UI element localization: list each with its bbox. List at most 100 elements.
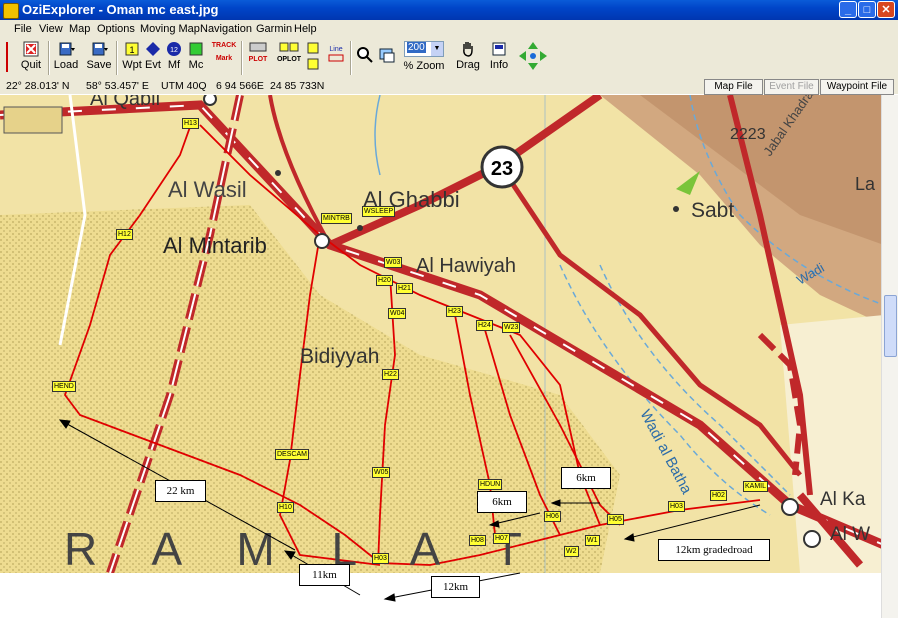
annotation-6km-a: 6km	[477, 491, 527, 513]
label-sabt: Sabt	[691, 199, 734, 222]
save-icon	[92, 42, 108, 56]
track-mark-group: TRACK Mark	[210, 40, 238, 62]
map-window-button[interactable]	[377, 40, 397, 64]
mark-button[interactable]: Mark	[210, 55, 238, 62]
route-edit-icon	[279, 42, 299, 52]
line-button[interactable]: Line	[327, 40, 345, 65]
waypoint-flag[interactable]: W1	[585, 535, 600, 546]
waypoint-flag[interactable]: HDUN	[478, 479, 503, 490]
map-comment-icon	[189, 42, 203, 56]
load-icon	[59, 42, 75, 56]
village-sabt	[673, 206, 679, 212]
waypoint-flag[interactable]: W23	[502, 322, 521, 333]
waypoint-flag[interactable]: H03	[372, 553, 389, 564]
village-ghabbi	[357, 225, 363, 231]
zoom-value: 200	[407, 42, 426, 53]
waypoint-flag[interactable]: H20	[376, 275, 393, 286]
find-button[interactable]	[355, 40, 375, 64]
label-al-mintarib: Al Mintarib	[163, 233, 267, 258]
window-title: OziExplorer - Oman mc east.jpg	[22, 2, 219, 17]
map-file-button[interactable]: Map File	[704, 79, 763, 95]
drag-button[interactable]: Drag	[454, 40, 482, 71]
chevron-down-icon[interactable]: ▼	[431, 42, 443, 56]
hand-icon	[463, 42, 473, 57]
waypoint-flag[interactable]: WSLEEP	[362, 206, 396, 217]
map-feature-icon: 12	[167, 42, 181, 56]
evt-label: Evt	[145, 59, 161, 71]
waypoint-flag[interactable]: H03	[668, 501, 685, 512]
waypoint-flag[interactable]: W05	[372, 467, 391, 478]
wpt-button[interactable]: 1 Wpt	[121, 40, 143, 71]
track-button[interactable]: TRACK	[210, 42, 238, 49]
scrollbar-thumb[interactable]	[884, 295, 897, 357]
waypoint-flag[interactable]: MINTRB	[321, 213, 352, 224]
label-al-hawiyah: Al Hawiyah	[416, 255, 516, 277]
waypoint-flag[interactable]: H07	[493, 533, 510, 544]
waypoint-flag[interactable]: H02	[710, 490, 727, 501]
evt-button[interactable]: Evt	[143, 40, 163, 71]
map-window-icon	[379, 48, 395, 63]
waypoint-flag[interactable]: H21	[396, 283, 413, 294]
waypoint-flag[interactable]: H10	[277, 502, 294, 513]
route-tools-button[interactable]	[304, 40, 326, 77]
menu-navigation[interactable]: Navigation	[200, 23, 252, 35]
waypoint-flag[interactable]: H08	[469, 535, 486, 546]
drag-label: Drag	[456, 59, 480, 71]
app-icon	[3, 3, 19, 19]
menu-file[interactable]: File	[14, 23, 32, 35]
annotation-12km: 12km	[431, 576, 480, 598]
menu-moving-map[interactable]: Moving Map	[140, 23, 200, 35]
toolbar-grip	[4, 40, 10, 77]
event-file-button[interactable]: Event File	[764, 79, 819, 95]
menu-options[interactable]: Options	[97, 23, 135, 35]
latitude: 22° 28.013' N	[6, 80, 70, 92]
menu-map[interactable]: Map	[69, 23, 90, 35]
close-button[interactable]: ✕	[877, 1, 895, 18]
waypoint-flag[interactable]: W2	[564, 546, 579, 557]
waypoint-flag[interactable]: H23	[446, 306, 463, 317]
waypoint-flag[interactable]: H12	[116, 229, 133, 240]
plot-button[interactable]: PLOT	[245, 56, 271, 63]
title-bar: OziExplorer - Oman mc east.jpg _ □ ✕	[0, 0, 898, 20]
waypoint-flag[interactable]: H06	[544, 511, 561, 522]
waypoint-flag[interactable]: W04	[388, 308, 407, 319]
annotation-11km: 11km	[299, 564, 350, 586]
quit-button[interactable]: Quit	[16, 40, 46, 71]
mc-button[interactable]: Mc	[186, 40, 206, 71]
waypoint-flag[interactable]: H05	[607, 514, 624, 525]
zoom-select[interactable]: 200 ▼	[404, 41, 444, 57]
annotation-22km: 22 km	[155, 480, 206, 502]
waypoint-flag[interactable]: KAMIL	[743, 481, 769, 492]
waypoint-flag[interactable]: H24	[476, 320, 493, 331]
menu-garmin[interactable]: Garmin	[256, 23, 292, 35]
mc-label: Mc	[188, 59, 204, 71]
label-bidiyyah: Bidiyyah	[300, 345, 379, 368]
quit-label: Quit	[20, 59, 42, 71]
minimize-button[interactable]: _	[839, 1, 857, 18]
info-button[interactable]: Info	[486, 40, 512, 71]
waypoint-file-button[interactable]: Waypoint File	[820, 79, 894, 95]
save-button[interactable]: Save	[85, 40, 113, 71]
town-marker-mintarib	[314, 233, 330, 249]
vertical-scrollbar[interactable]	[881, 95, 898, 618]
svg-text:12: 12	[170, 47, 178, 54]
menu-help[interactable]: Help	[294, 23, 317, 35]
load-button[interactable]: Load	[52, 40, 80, 71]
menu-bar: File View Map Options Moving Map Navigat…	[0, 20, 898, 38]
toolbar: Quit Load Save 1 Wpt Evt 12 Mf Mc TRACK …	[0, 38, 898, 79]
event-icon	[146, 42, 160, 56]
oplot-button[interactable]: OPLOT	[276, 56, 302, 63]
waypoint-flag[interactable]: HEND	[52, 381, 76, 392]
line-icon	[328, 54, 344, 62]
waypoint-flag[interactable]: W03	[384, 257, 403, 268]
magnifier-icon	[357, 47, 373, 63]
maximize-button[interactable]: □	[858, 1, 876, 18]
pan-button[interactable]	[517, 40, 549, 75]
mf-button[interactable]: 12 Mf	[164, 40, 184, 71]
waypoint-flag[interactable]: H22	[382, 369, 399, 380]
quit-icon	[23, 41, 39, 57]
waypoint-flag[interactable]: H13	[182, 118, 199, 129]
waypoint-flag[interactable]: DESCAM	[275, 449, 309, 460]
map-view[interactable]: 23 Al Qabil Al Wasil Al Mintarib Al Ghab…	[0, 95, 898, 618]
menu-view[interactable]: View	[39, 23, 63, 35]
